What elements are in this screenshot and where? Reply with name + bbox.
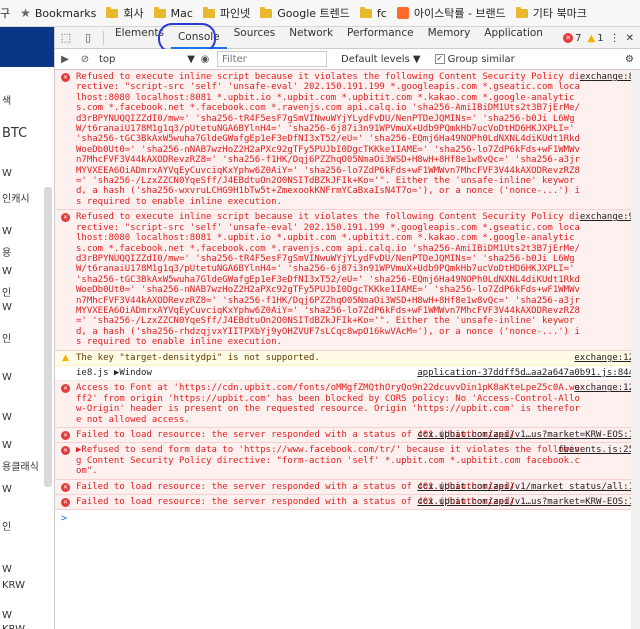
sidebar-toggle-icon[interactable]: ▶: [55, 54, 75, 65]
message-source-link[interactable]: ccx.upbit.com/api/v1…us?market=KRW-EOS:1: [417, 497, 634, 507]
tab-network[interactable]: Network: [282, 27, 340, 49]
message-source-link[interactable]: exchange:12: [574, 353, 634, 363]
chevron-down-icon: ▼: [187, 53, 195, 65]
gear-icon[interactable]: ⚙: [625, 54, 634, 65]
tab-sources[interactable]: Sources: [227, 27, 283, 49]
checkbox[interactable]: ✓: [434, 54, 445, 64]
page-list-item[interactable]: W: [0, 168, 54, 179]
tab-memory[interactable]: Memory: [421, 27, 478, 49]
page-list-item[interactable]: W: [0, 564, 54, 575]
folder-icon: [359, 6, 372, 18]
folder-icon: [106, 6, 119, 18]
console-message-error: ✕ ccx.upbit.com/api/v1…us?market=KRW-EOS:…: [55, 428, 640, 444]
message-text: Refused to execute inline script because…: [76, 212, 580, 348]
console-message-warn: ▲ exchange:12 The key "target-densitydpi" …: [55, 350, 640, 366]
log-levels-dropdown[interactable]: Default levels ▼: [341, 54, 421, 65]
star-icon: ★: [20, 6, 31, 20]
message-source-link[interactable]: ccx.upbit.com/api/v1/market_status/all:1: [417, 482, 634, 492]
error-icon: ✕: [61, 482, 70, 492]
console-prompt[interactable]: >: [55, 510, 640, 527]
message-text: Access to Font at 'https://cdn.upbit.com…: [76, 383, 580, 425]
page-list-item[interactable]: 인: [0, 518, 54, 533]
message-text: The key "target-densitydpi" is not suppo…: [76, 352, 320, 363]
device-toolbar-icon[interactable]: ▯: [77, 31, 99, 44]
message-text: ie8.js ▶Window: [76, 367, 152, 378]
bookmark-item[interactable]: 구: [0, 5, 10, 21]
console-message-error: ✕ exchange:8 Refused to execute inline scr…: [55, 70, 640, 211]
page-list-item[interactable]: KRW: [0, 624, 54, 629]
bookmark-item[interactable]: 아이스탁률 - 브랜드: [396, 5, 506, 21]
page-list-item[interactable]: BTC: [0, 126, 54, 141]
close-icon[interactable]: ✕: [626, 33, 634, 44]
console-scrollbar[interactable]: [631, 70, 640, 629]
devtools-tabbar: ⬚ ▯ Elements Console Sources Network Perform…: [55, 23, 640, 53]
console-message-error: ✕ exchange:12 Access to Font at 'https://c…: [55, 381, 640, 428]
divider: [103, 30, 104, 45]
message-source-link[interactable]: ccx.upbit.com/api/v1…us?market=KRW-EOS:1: [417, 430, 634, 440]
console-toolbar: ▶ ⊘ top▼ ◉ Default levels ▼ ✓Group simil…: [55, 49, 640, 70]
page-scrollbar[interactable]: [44, 187, 52, 487]
folder-icon: [515, 6, 528, 18]
site-favicon-icon: [396, 7, 409, 19]
clear-console-icon[interactable]: ⊘: [75, 54, 95, 65]
message-text: ▶Refused to send form data to 'https://w…: [76, 445, 580, 477]
bookmark-item[interactable]: Mac: [153, 6, 193, 20]
bookmark-item[interactable]: 회사: [106, 5, 144, 21]
warning-counter[interactable]: ▲ 1: [588, 33, 604, 44]
tab-performance[interactable]: Performance: [340, 27, 421, 49]
folder-icon: [153, 6, 166, 18]
filter-input[interactable]: [217, 51, 327, 67]
error-icon: ✕: [61, 213, 70, 223]
error-icon: ✕: [61, 446, 70, 456]
message-source-link[interactable]: exchange:8: [580, 72, 634, 82]
bookmark-item[interactable]: 파인넷: [202, 5, 250, 21]
error-icon: ✕: [61, 498, 70, 508]
inspect-icon[interactable]: ⬚: [55, 31, 77, 44]
message-source-link[interactable]: exchange:9: [580, 212, 634, 222]
page-list-item[interactable]: W: [0, 610, 54, 621]
console-message-info: application-37ddff5d…aa2a647a0b91.js:844…: [55, 365, 640, 382]
console-log: ✕ exchange:8 Refused to execute inline scr…: [55, 70, 640, 511]
folder-icon: [202, 6, 215, 18]
bookmark-item[interactable]: Google 트렌드: [260, 5, 350, 21]
error-icon: ✕: [61, 384, 70, 394]
message-source-link[interactable]: fbevents.js:25: [558, 445, 634, 455]
page-list-item[interactable]: KRW: [0, 580, 54, 591]
console-message-error: ✕ ccx.upbit.com/api/v1…us?market=KRW-EOS:…: [55, 495, 640, 511]
console-message-error: ✕ exchange:9 Refused to execute inline scr…: [55, 210, 640, 351]
bookmark-item[interactable]: 기타 북마크: [515, 5, 587, 21]
web-page: 색BTCW인캐시W용W인W인WWW용클래식W인WKRWWKRW: [0, 27, 55, 629]
site-header: [0, 27, 54, 67]
warning-icon: ▲: [587, 32, 596, 44]
message-text: Refused to execute inline script because…: [76, 72, 580, 207]
context-selector[interactable]: top ▼: [95, 54, 195, 65]
warning-icon: ▲: [62, 352, 69, 363]
error-counter[interactable]: ✕ 7: [563, 33, 582, 44]
message-source-link[interactable]: exchange:12: [574, 383, 634, 393]
eye-icon[interactable]: ◉: [195, 54, 215, 65]
devtools-panel: ⬚ ▯ Elements Console Sources Network Perform…: [55, 23, 640, 629]
error-icon: ✕: [563, 33, 574, 43]
message-source-link[interactable]: application-37ddff5d…aa2a647a0b91.js:844: [417, 368, 634, 378]
more-options-icon[interactable]: ⋮: [610, 33, 620, 44]
bookmark-item[interactable]: fc: [359, 6, 387, 20]
bookmark-item[interactable]: ★ Bookmarks: [20, 6, 96, 20]
error-icon: ✕: [61, 431, 70, 440]
console-message-error: ✕ ccx.upbit.com/api/v1/market_status/all:…: [55, 479, 640, 496]
folder-icon: [260, 6, 273, 18]
page-list-item[interactable]: 색: [0, 92, 54, 107]
group-similar-toggle[interactable]: ✓ Group similar: [434, 54, 515, 65]
console-message-error: ✕ fbevents.js:25 ▶Refused to send form dat…: [55, 443, 640, 480]
tab-application[interactable]: Application: [477, 27, 550, 49]
error-icon: ✕: [61, 73, 70, 82]
bookmarks-bar: 구 ★ Bookmarks 회사 Mac 파인넷 Google 트렌드 fc 아이스탁률 - 브…: [0, 0, 640, 27]
